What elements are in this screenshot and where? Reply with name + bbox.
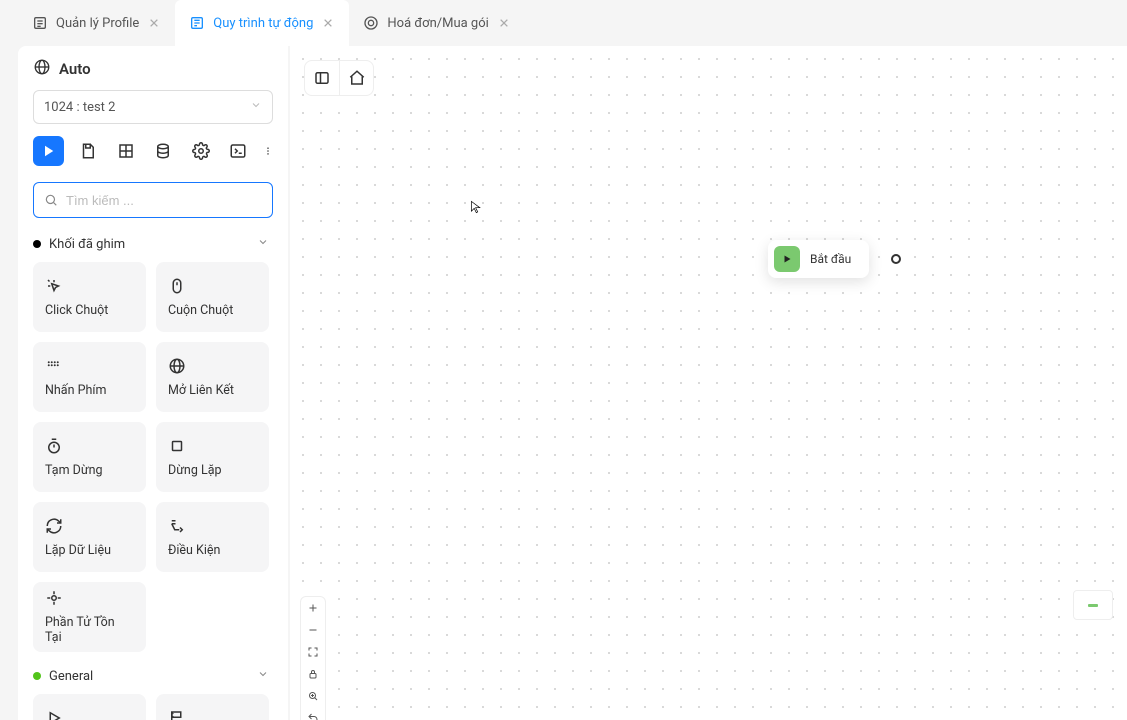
branch-icon [168,517,186,535]
close-icon[interactable] [147,16,161,30]
chevron-down-icon [257,236,269,252]
block-label: Dừng Lặp [168,463,257,478]
sidebar: Auto 1024 : test 2 [18,46,288,720]
dot-icon [33,240,41,248]
close-icon[interactable] [321,16,335,30]
reset-zoom-button[interactable] [301,685,325,707]
block-label: Lặp Dữ Liệu [45,543,134,558]
block-loop-data[interactable]: Lặp Dữ Liệu [33,502,146,572]
profile-select[interactable]: 1024 : test 2 [33,90,273,124]
tab-label: Quản lý Profile [56,16,139,31]
tab-label: Quy trình tự động [213,16,313,31]
globe-icon [168,357,186,375]
block-label: Cuộn Chuột [168,303,257,318]
node-label: Bắt đầu [810,252,851,266]
cursor-click-icon [45,277,63,295]
play-icon [45,709,63,720]
block-label: Click Chuột [45,303,134,318]
block-keypress[interactable]: Nhấn Phím [33,342,146,412]
search-icon [44,193,58,207]
group-general-header[interactable]: General [33,668,269,684]
minimap[interactable] [1073,590,1113,620]
dot-icon [33,672,41,680]
sidebar-toolbar [33,136,273,166]
zoom-in-button[interactable] [301,597,325,619]
save-button[interactable] [76,136,101,166]
stop-icon [168,437,186,455]
output-port[interactable] [891,254,901,264]
group-pinned-header[interactable]: Khối đã ghim [33,236,269,252]
canvas-toolbar [304,60,374,96]
canvas-start-node[interactable]: Bắt đầu [768,240,869,278]
canvas-controls [300,596,326,720]
undo-button[interactable] [301,707,325,720]
chevron-down-icon [257,668,269,684]
block-start[interactable]: Bắt Đầu [33,694,146,720]
tab-billing[interactable]: Hoá đơn/Mua gói [349,0,524,46]
tabs-bar: Quản lý Profile Quy trình tự động Hoá đơ… [0,0,1127,46]
search-input[interactable] [66,193,262,208]
block-stop-loop[interactable]: Dừng Lặp [156,422,269,492]
target-icon [45,589,63,607]
globe-icon [33,58,51,80]
flag-icon [168,709,186,720]
group-label: General [49,669,93,684]
keyboard-icon [45,357,63,375]
zoom-out-button[interactable] [301,619,325,641]
block-element-exists[interactable]: Phần Tử Tồn Tại [33,582,146,652]
block-label: Nhấn Phím [45,383,134,398]
canvas[interactable]: Bắt đầu [290,46,1127,720]
run-button[interactable] [33,136,64,166]
block-open-link[interactable]: Mở Liên Kết [156,342,269,412]
data-button[interactable] [151,136,176,166]
block-label: Điều Kiện [168,543,257,558]
terminal-button[interactable] [226,136,251,166]
toggle-sidebar-button[interactable] [305,61,339,95]
flow-icon [189,15,205,31]
block-condition[interactable]: Điều Kiện [156,502,269,572]
tab-automation[interactable]: Quy trình tự động [175,0,349,46]
minimap-node [1088,604,1098,607]
mouse-icon [168,277,186,295]
group-label: Khối đã ghim [49,237,125,252]
search-input-wrapper[interactable] [33,182,273,218]
list-icon [32,15,48,31]
tab-label: Hoá đơn/Mua gói [387,16,488,31]
play-icon [774,246,800,272]
settings-button[interactable] [188,136,213,166]
block-label: Mở Liên Kết [168,383,257,398]
stopwatch-icon [45,437,63,455]
lock-button[interactable] [301,663,325,685]
fit-button[interactable] [301,641,325,663]
block-pause[interactable]: Tạm Dừng [33,422,146,492]
block-label: Tạm Dừng [45,463,134,478]
block-click[interactable]: Click Chuột [33,262,146,332]
sidebar-title: Auto [59,60,91,78]
cursor-icon [470,198,484,216]
block-label: Phần Tử Tồn Tại [45,615,134,645]
chevron-down-icon [250,99,262,115]
tab-profiles[interactable]: Quản lý Profile [18,0,175,46]
select-value: 1024 : test 2 [44,100,115,115]
more-button[interactable] [263,136,273,166]
close-icon[interactable] [497,16,511,30]
table-button[interactable] [113,136,138,166]
receipt-icon [363,15,379,31]
loop-icon [45,517,63,535]
block-end[interactable]: Kết Thúc [156,694,269,720]
home-button[interactable] [339,61,373,95]
block-scroll[interactable]: Cuộn Chuột [156,262,269,332]
